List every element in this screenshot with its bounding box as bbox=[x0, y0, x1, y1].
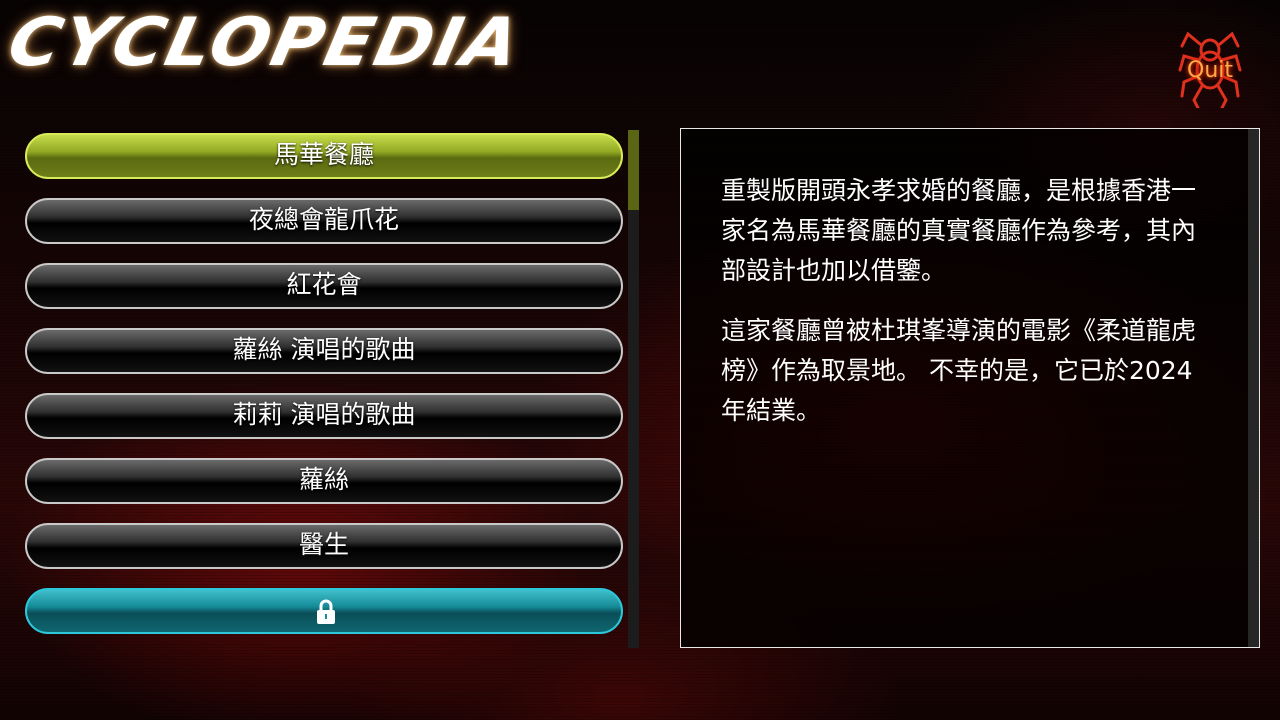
detail-panel: 重製版開頭永孝求婚的餐廳，是根據香港一家名為馬華餐廳的真實餐廳作為參考，其內部設… bbox=[680, 128, 1260, 648]
menu-item-rose-songs[interactable]: 蘿絲 演唱的歌曲 bbox=[25, 328, 623, 374]
menu-item-locked[interactable] bbox=[25, 588, 623, 634]
app-logo: CYCLOPEDIA bbox=[1, 3, 529, 81]
menu-item-doctor[interactable]: 醫生 bbox=[25, 523, 623, 569]
quit-label: Quit bbox=[1187, 58, 1233, 83]
detail-paragraph: 這家餐廳曾被杜琪峯導演的電影《柔道龍虎榜》作為取景地。 不幸的是，它已於2024… bbox=[721, 316, 1197, 425]
menu-scroll-thumb[interactable] bbox=[628, 130, 639, 210]
detail-scrollbar[interactable] bbox=[1248, 129, 1259, 647]
quit-button[interactable]: Quit bbox=[1178, 30, 1242, 108]
menu-item-rose[interactable]: 蘿絲 bbox=[25, 458, 623, 504]
lock-icon bbox=[317, 599, 335, 624]
menu-item-nightclub[interactable]: 夜總會龍爪花 bbox=[25, 198, 623, 244]
menu-item-ma-wah-restaurant[interactable]: 馬華餐廳 bbox=[25, 133, 623, 179]
menu-scrollbar[interactable] bbox=[628, 130, 639, 648]
menu-item-lily-songs[interactable]: 莉莉 演唱的歌曲 bbox=[25, 393, 623, 439]
detail-paragraph: 重製版開頭永孝求婚的餐廳，是根據香港一家名為馬華餐廳的真實餐廳作為參考，其內部設… bbox=[721, 176, 1197, 285]
menu-item-red-flower-society[interactable]: 紅花會 bbox=[25, 263, 623, 309]
menu-list: 馬華餐廳 夜總會龍爪花 紅花會 蘿絲 演唱的歌曲 莉莉 演唱的歌曲 蘿絲 醫生 bbox=[25, 133, 623, 653]
detail-text: 重製版開頭永孝求婚的餐廳，是根據香港一家名為馬華餐廳的真實餐廳作為參考，其內部設… bbox=[721, 171, 1201, 451]
